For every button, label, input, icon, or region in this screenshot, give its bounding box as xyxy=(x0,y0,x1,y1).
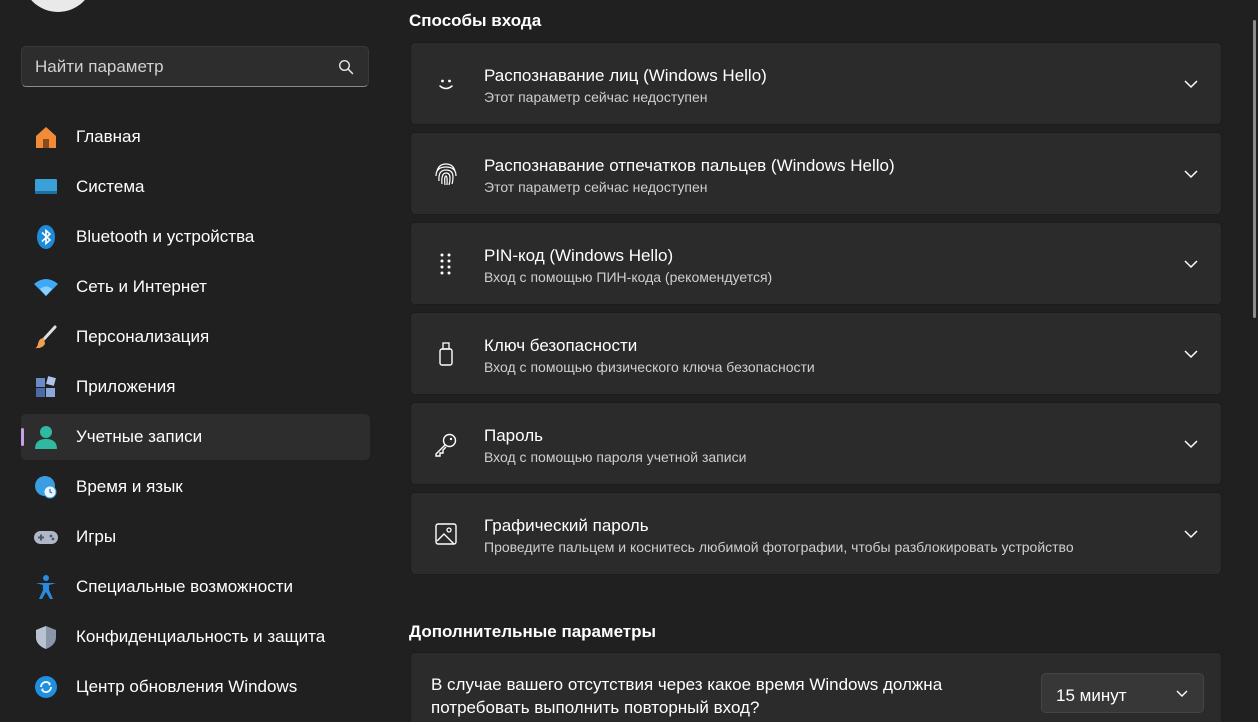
signin-option-security-key[interactable]: Ключ безопасности Вход с помощью физичес… xyxy=(410,312,1222,395)
sidebar-item-label: Игры xyxy=(76,527,117,546)
option-subtitle: Вход с помощью пароля учетной записи xyxy=(484,449,747,465)
sidebar-item-label: Конфиденциальность и защита xyxy=(76,627,326,646)
signin-option-pin[interactable]: PIN-код (Windows Hello) Вход с помощью П… xyxy=(410,222,1222,305)
sidebar-item-network[interactable]: Сеть и Интернет xyxy=(21,264,370,310)
main-content: Способы входа Распознавание лиц (Windows… xyxy=(392,0,1258,722)
brush-icon xyxy=(35,325,57,349)
sidebar-item-accessibility[interactable]: Специальные возможности xyxy=(21,564,370,610)
sidebar-item-label: Система xyxy=(76,177,145,196)
option-subtitle: Этот параметр сейчас недоступен xyxy=(484,179,708,195)
option-title: Распознавание отпечатков пальцев (Window… xyxy=(484,156,895,175)
sidebar-item-gaming[interactable]: Игры xyxy=(21,514,370,560)
chevron-down-icon xyxy=(1176,690,1188,697)
signin-option-password[interactable]: Пароль Вход с помощью пароля учетной зап… xyxy=(410,402,1222,485)
search-input[interactable] xyxy=(22,47,322,86)
chevron-down-icon[interactable] xyxy=(1183,438,1199,450)
signin-option-fingerprint[interactable]: Распознавание отпечатков пальцев (Window… xyxy=(410,132,1222,215)
sidebar-item-accounts[interactable]: Учетные записи xyxy=(21,414,370,460)
relogin-timeout-select[interactable]: 15 минут xyxy=(1041,673,1204,713)
section-title-signin: Способы входа xyxy=(409,11,542,30)
system-display-icon xyxy=(35,179,57,194)
section-title-additional: Дополнительные параметры xyxy=(409,622,657,641)
option-subtitle: Вход с помощью ПИН-кода (рекомендуется) xyxy=(484,269,773,285)
option-title: Пароль xyxy=(484,426,543,445)
face-icon xyxy=(439,79,453,90)
update-icon xyxy=(35,676,57,698)
apps-icon xyxy=(36,376,56,397)
chevron-down-icon[interactable] xyxy=(1183,78,1199,90)
shield-icon xyxy=(36,626,56,649)
key-icon xyxy=(435,433,457,457)
search-icon[interactable] xyxy=(338,59,354,75)
sidebar-item-time-language[interactable]: Время и язык xyxy=(21,464,370,510)
option-title: Распознавание лиц (Windows Hello) xyxy=(484,66,767,85)
fingerprint-icon xyxy=(435,163,457,186)
relogin-text: В случае вашего отсутствия через какое в… xyxy=(431,675,943,717)
accessibility-icon xyxy=(36,575,56,599)
gamepad-icon xyxy=(34,531,58,544)
signin-option-face[interactable]: Распознавание лиц (Windows Hello) Этот п… xyxy=(410,42,1222,125)
sidebar-item-label: Центр обновления Windows xyxy=(76,677,298,696)
chevron-down-icon[interactable] xyxy=(1183,528,1199,540)
sidebar-item-label: Приложения xyxy=(76,377,176,396)
sidebar-item-windows-update[interactable]: Центр обновления Windows xyxy=(21,664,370,710)
account-icon xyxy=(35,426,57,449)
relogin-timeout-value: 15 минут xyxy=(1056,686,1127,705)
pin-keypad-icon xyxy=(440,253,451,275)
home-icon xyxy=(36,127,56,148)
sidebar-item-apps[interactable]: Приложения xyxy=(21,364,370,410)
chevron-down-icon[interactable] xyxy=(1183,168,1199,180)
search-box[interactable] xyxy=(21,46,369,87)
usb-key-icon xyxy=(439,342,453,366)
chevron-down-icon[interactable] xyxy=(1183,258,1199,270)
sidebar-item-label: Время и язык xyxy=(76,477,183,496)
option-title: Ключ безопасности xyxy=(484,336,638,355)
sidebar-item-privacy[interactable]: Конфиденциальность и защита xyxy=(21,614,370,660)
sidebar-item-bluetooth[interactable]: Bluetooth и устройства xyxy=(21,214,370,260)
globe-clock-icon xyxy=(35,476,57,499)
picture-icon xyxy=(435,523,457,545)
option-title: PIN-код (Windows Hello) xyxy=(484,246,674,265)
option-subtitle: Этот параметр сейчас недоступен xyxy=(484,89,708,105)
sidebar-item-system[interactable]: Система xyxy=(21,164,370,210)
sidebar-nav: Главная Система Bluetooth и устройства С… xyxy=(21,114,370,714)
relogin-setting: В случае вашего отсутствия через какое в… xyxy=(410,652,1222,722)
signin-option-picture-password[interactable]: Графический пароль Проведите пальцем и к… xyxy=(410,492,1222,575)
sidebar-item-label: Специальные возможности xyxy=(76,577,294,596)
sidebar-item-home[interactable]: Главная xyxy=(21,114,370,160)
option-subtitle: Проведите пальцем и коснитесь любимой фо… xyxy=(484,539,1074,555)
bluetooth-icon xyxy=(37,225,55,249)
sidebar-item-label: Главная xyxy=(76,127,141,146)
scrollbar[interactable] xyxy=(1253,20,1256,318)
chevron-down-icon[interactable] xyxy=(1183,348,1199,360)
sidebar-item-label: Персонализация xyxy=(76,327,210,346)
sidebar-item-label: Сеть и Интернет xyxy=(76,277,207,296)
wifi-icon xyxy=(34,279,58,296)
sidebar-item-personalization[interactable]: Персонализация xyxy=(21,314,370,360)
sidebar-item-label: Bluetooth и устройства xyxy=(76,227,255,246)
sidebar: Главная Система Bluetooth и устройства С… xyxy=(0,0,392,708)
sidebar-item-label: Учетные записи xyxy=(76,427,203,446)
avatar[interactable] xyxy=(22,0,94,12)
option-subtitle: Вход с помощью физического ключа безопас… xyxy=(484,359,815,375)
option-title: Графический пароль xyxy=(484,516,649,535)
